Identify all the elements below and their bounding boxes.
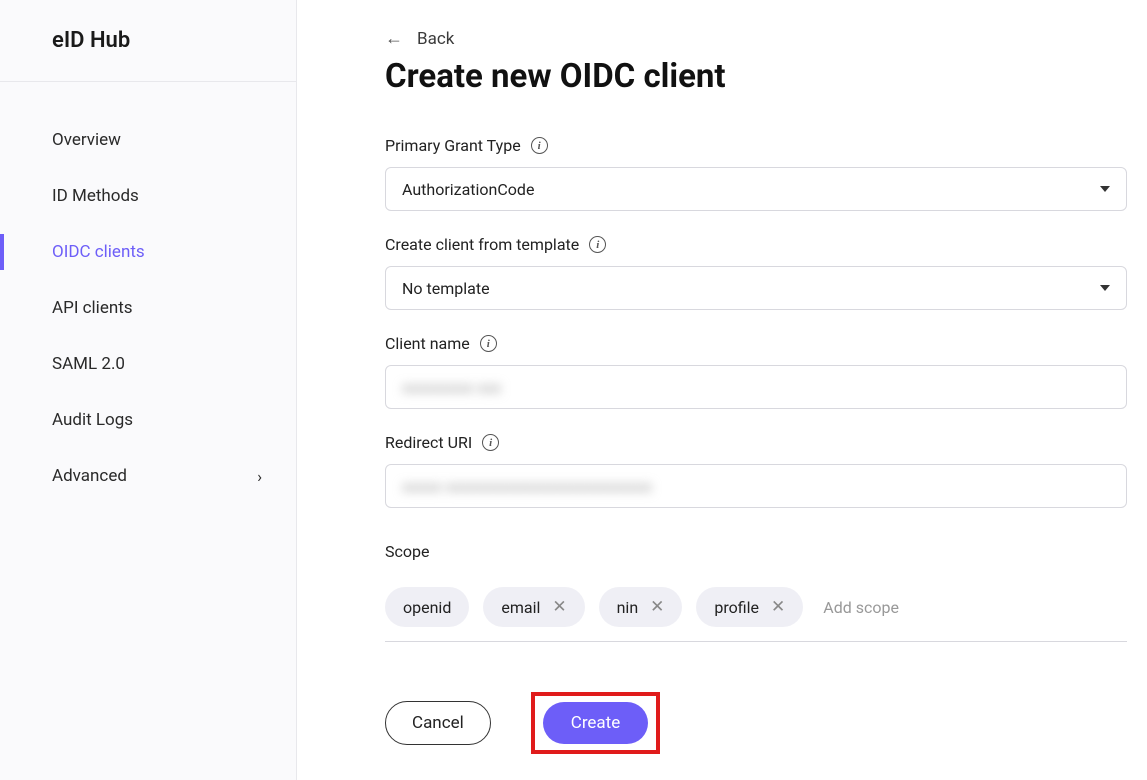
grant-type-select[interactable]: AuthorizationCode (385, 167, 1127, 211)
highlight-box: Create (531, 692, 661, 754)
sidebar-item-saml[interactable]: SAML 2.0 (0, 336, 296, 392)
sidebar-item-id-methods[interactable]: ID Methods (0, 168, 296, 224)
sidebar-item-label: Overview (52, 130, 121, 150)
grant-type-value: AuthorizationCode (402, 180, 534, 199)
chip-label: profile (714, 598, 759, 617)
sidebar: eID Hub Overview ID Methods OIDC clients… (0, 0, 297, 780)
template-label: Create client from template (385, 235, 579, 254)
scope-group: Scope openid email ✕ nin ✕ profile ✕ Add… (385, 542, 1127, 642)
scope-chip-email[interactable]: email ✕ (483, 587, 584, 627)
chip-label: email (501, 598, 540, 617)
scope-chips-row: openid email ✕ nin ✕ profile ✕ Add scope (385, 573, 1127, 642)
brand-title: eID Hub (0, 0, 296, 82)
create-button[interactable]: Create (543, 702, 649, 744)
sidebar-item-label: Audit Logs (52, 410, 133, 430)
redirect-uri-label: Redirect URI (385, 433, 472, 452)
dropdown-caret-icon (1100, 186, 1110, 192)
sidebar-item-audit-logs[interactable]: Audit Logs (0, 392, 296, 448)
template-value: No template (402, 279, 490, 298)
sidebar-item-api-clients[interactable]: API clients (0, 280, 296, 336)
template-group: Create client from template i No templat… (385, 235, 1127, 310)
scope-chip-profile[interactable]: profile ✕ (696, 587, 803, 627)
back-link[interactable]: ← Back (385, 28, 1127, 49)
grant-type-label: Primary Grant Type (385, 136, 521, 155)
template-select[interactable]: No template (385, 266, 1127, 310)
page-title: Create new OIDC client (385, 57, 1127, 96)
arrow-left-icon: ← (385, 28, 403, 49)
sidebar-item-label: API clients (52, 298, 133, 318)
cancel-button[interactable]: Cancel (385, 701, 491, 745)
sidebar-item-label: OIDC clients (52, 242, 145, 262)
close-icon[interactable]: ✕ (650, 597, 664, 617)
grant-type-group: Primary Grant Type i AuthorizationCode (385, 136, 1127, 211)
redirect-uri-group: Redirect URI i xxxxx xxxxxxxxxxxxxxxxxxx… (385, 433, 1127, 508)
sidebar-item-advanced[interactable]: Advanced › (0, 448, 296, 504)
scope-chip-nin[interactable]: nin ✕ (599, 587, 683, 627)
chip-label: openid (403, 598, 451, 617)
scope-label: Scope (385, 542, 429, 561)
info-icon[interactable]: i (589, 236, 606, 253)
sidebar-item-oidc-clients[interactable]: OIDC clients (0, 224, 296, 280)
add-scope-input[interactable]: Add scope (823, 598, 899, 617)
sidebar-item-overview[interactable]: Overview (0, 112, 296, 168)
close-icon[interactable]: ✕ (771, 597, 785, 617)
client-name-value: xxxxxxxxx xxx (402, 378, 501, 397)
sidebar-item-label: SAML 2.0 (52, 354, 125, 374)
sidebar-item-label: ID Methods (52, 186, 139, 206)
redirect-uri-input[interactable]: xxxxx xxxxxxxxxxxxxxxxxxxxxxxxxx (385, 464, 1127, 508)
client-name-input[interactable]: xxxxxxxxx xxx (385, 365, 1127, 409)
client-name-group: Client name i xxxxxxxxx xxx (385, 334, 1127, 409)
chip-label: nin (617, 598, 639, 617)
info-icon[interactable]: i (531, 137, 548, 154)
cancel-label: Cancel (412, 713, 464, 733)
create-label: Create (571, 713, 621, 733)
info-icon[interactable]: i (480, 335, 497, 352)
nav: Overview ID Methods OIDC clients API cli… (0, 82, 296, 504)
dropdown-caret-icon (1100, 285, 1110, 291)
scope-chip-openid[interactable]: openid (385, 587, 469, 627)
main-content: ← Back Create new OIDC client Primary Gr… (297, 0, 1147, 780)
chevron-right-icon: › (257, 467, 262, 486)
sidebar-item-label: Advanced (52, 466, 127, 486)
close-icon[interactable]: ✕ (552, 597, 566, 617)
back-label: Back (417, 29, 454, 49)
button-row: Cancel Create (385, 692, 1127, 754)
client-name-label: Client name (385, 334, 470, 353)
redirect-uri-value: xxxxx xxxxxxxxxxxxxxxxxxxxxxxxxx (402, 477, 652, 496)
info-icon[interactable]: i (482, 434, 499, 451)
